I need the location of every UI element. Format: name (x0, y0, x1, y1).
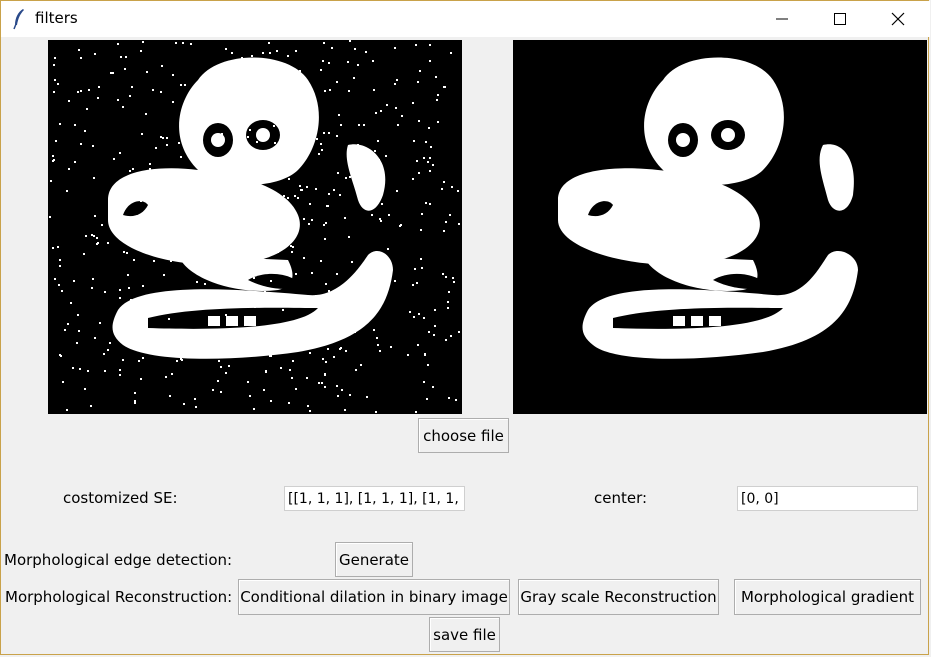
morphological-gradient-button[interactable]: Morphological gradient (734, 579, 921, 615)
gray-scale-reconstruction-button[interactable]: Gray scale Reconstruction (518, 579, 719, 615)
close-button[interactable] (869, 1, 927, 37)
title-bar: filters (1, 1, 930, 37)
window-title: filters (35, 9, 78, 27)
filtered-image (513, 40, 927, 414)
generate-button[interactable]: Generate (335, 542, 413, 577)
original-image (48, 40, 462, 414)
save-file-button[interactable]: save file (429, 617, 500, 652)
center-label: center: (594, 489, 648, 507)
se-input-value: [[1, 1, 1], [1, 1, 1], [1, 1, 1 (288, 491, 465, 507)
conditional-dilation-button[interactable]: Conditional dilation in binary image (238, 579, 510, 615)
close-icon (891, 12, 905, 26)
minimize-button[interactable] (753, 1, 811, 37)
app-window: filters choose file costomized SE: [[1, … (0, 0, 930, 655)
se-label: costomized SE: (63, 489, 178, 507)
center-input-value: [0, 0] (741, 491, 779, 507)
edge-detection-label: Morphological edge detection: (4, 551, 233, 569)
se-input[interactable]: [[1, 1, 1], [1, 1, 1], [1, 1, 1 (284, 486, 465, 511)
center-input[interactable]: [0, 0] (737, 486, 918, 511)
choose-file-button[interactable]: choose file (418, 418, 509, 453)
maximize-button[interactable] (811, 1, 869, 37)
feather-icon (13, 9, 24, 30)
reconstruction-label: Morphological Reconstruction: (5, 588, 233, 606)
minimize-icon (776, 18, 788, 20)
maximize-icon (834, 13, 846, 25)
